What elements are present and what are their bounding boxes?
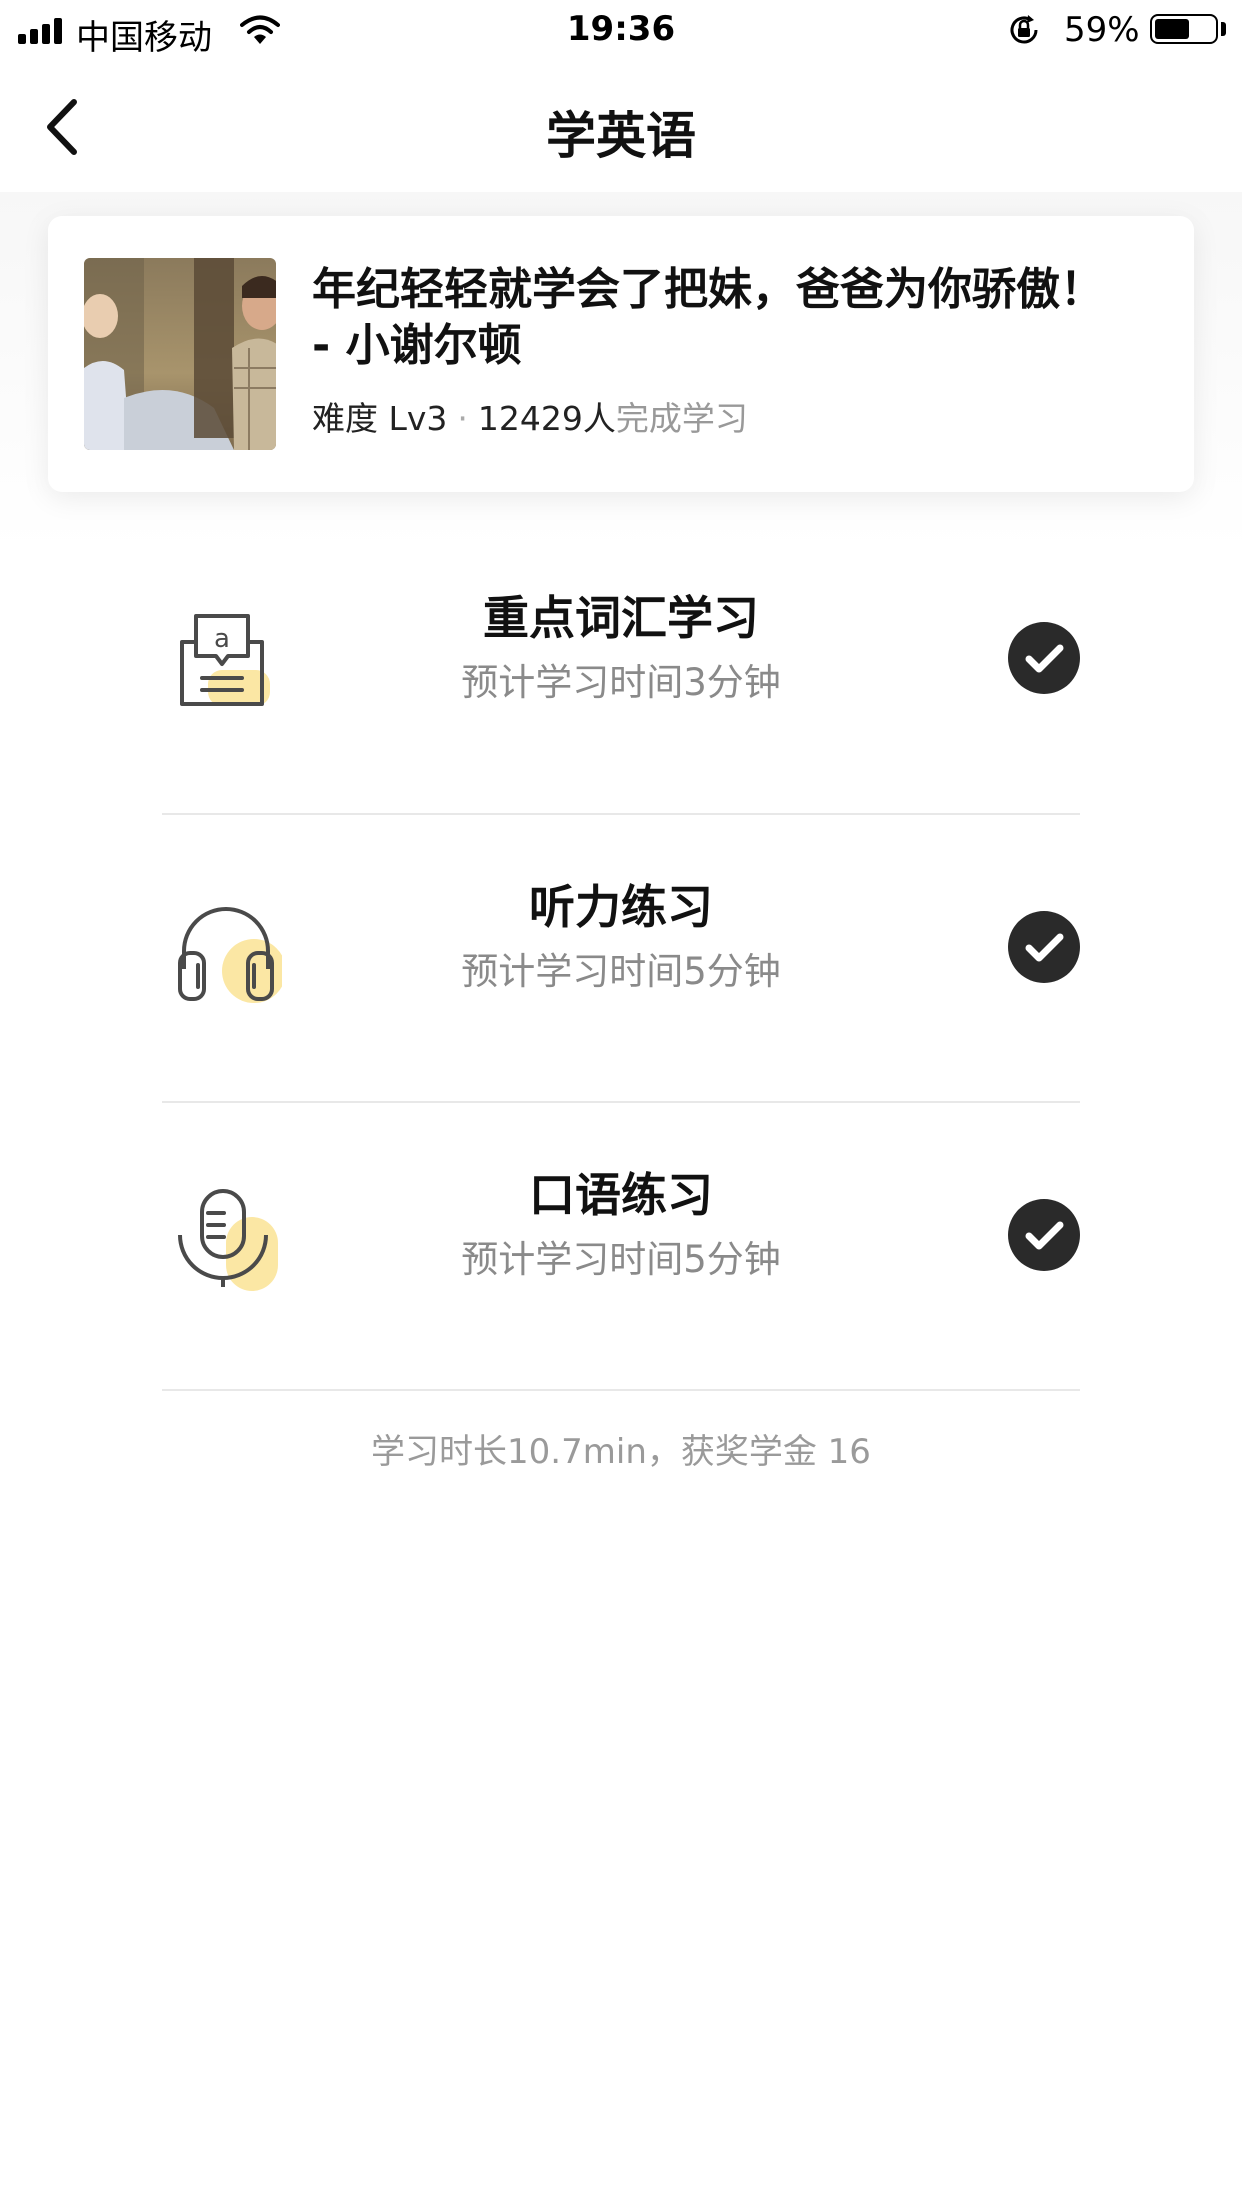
page-title: 学英语: [546, 107, 696, 165]
task-title: 重点词汇学习: [483, 591, 759, 645]
course-card[interactable]: 年纪轻轻就学会了把妹，爸爸为你骄傲！ - 小谢尔顿 难度 Lv3 · 12429人完…: [48, 216, 1194, 492]
completed-check-icon: [1008, 1199, 1080, 1271]
difficulty-label: 难度 Lv3: [312, 399, 448, 438]
divider: [162, 1389, 1080, 1391]
task-listening[interactable]: 听力练习 预计学习时间5分钟: [162, 815, 1080, 1103]
task-title: 口语练习: [529, 1168, 713, 1222]
task-duration: 预计学习时间3分钟: [461, 661, 781, 704]
course-title: 年纪轻轻就学会了把妹，爸爸为你骄傲！ - 小谢尔顿: [312, 264, 1104, 371]
completed-check-icon: [1008, 622, 1080, 694]
study-summary: 学习时长10.7min，获奖学金 16: [371, 1432, 871, 1472]
learner-count: 12429人: [477, 399, 616, 438]
completed-check-icon: [1008, 911, 1080, 983]
task-title: 听力练习: [529, 880, 713, 934]
task-duration: 预计学习时间5分钟: [461, 1238, 781, 1281]
status-time: 19:36: [566, 9, 676, 49]
status-bar: 中国移动 19:36 59%: [0, 0, 1242, 62]
battery-tip: [1221, 22, 1226, 36]
meta-separator: ·: [457, 399, 468, 438]
course-meta: 难度 Lv3 · 12429人完成学习: [312, 392, 748, 440]
battery-percent: 59%: [1064, 10, 1140, 50]
battery-level: [1155, 19, 1189, 39]
rotation-lock-icon: [1010, 15, 1038, 44]
course-thumbnail: [84, 258, 276, 450]
task-speaking[interactable]: 口语练习 预计学习时间5分钟: [162, 1103, 1080, 1391]
nav-bar: 学英语: [0, 62, 1242, 192]
task-duration: 预计学习时间5分钟: [461, 950, 781, 993]
learner-count-suffix: 完成学习: [615, 399, 748, 438]
battery-icon: [1150, 14, 1218, 44]
task-vocabulary[interactable]: a 重点词汇学习 预计学习时间3分钟: [162, 526, 1080, 814]
